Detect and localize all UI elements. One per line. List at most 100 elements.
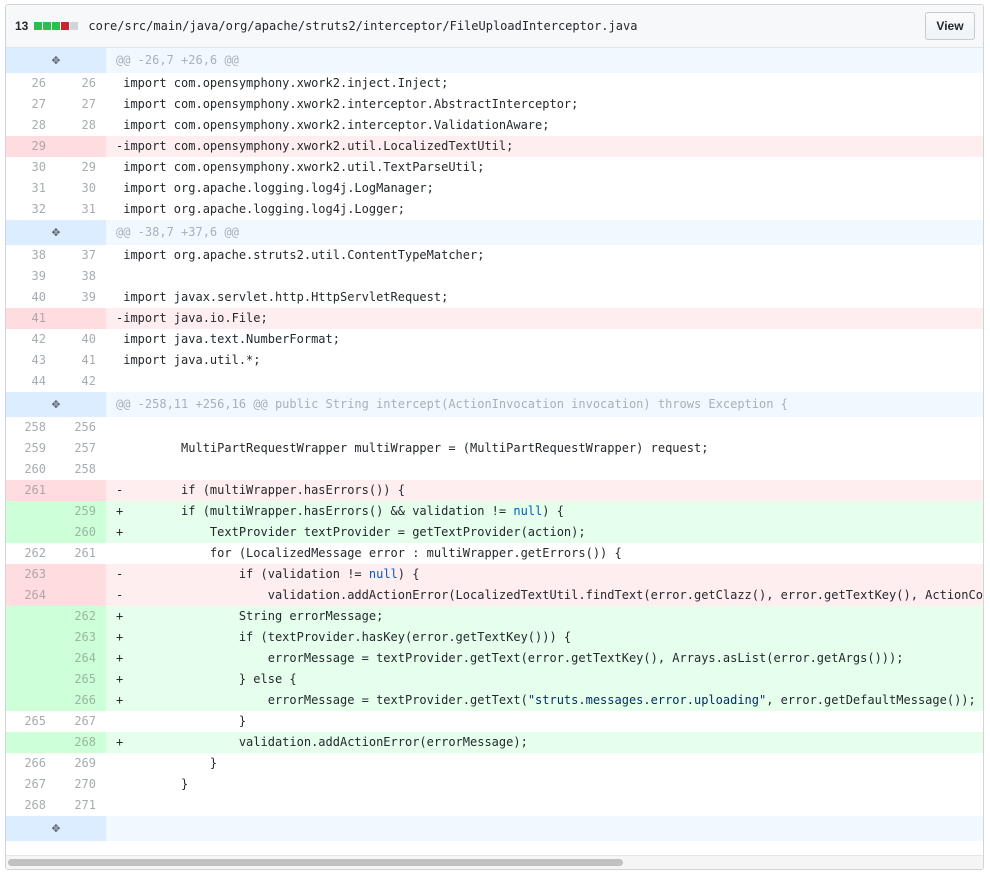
- old-line-number[interactable]: 38: [6, 245, 56, 266]
- new-line-number[interactable]: [56, 585, 106, 606]
- context-line: 44 42: [6, 371, 983, 392]
- added-line: 260 + TextProvider textProvider = getText…: [6, 522, 983, 543]
- new-line-number[interactable]: 260: [56, 522, 106, 543]
- code-line: import com.opensymphony.xwork2.util.Text…: [116, 160, 485, 174]
- context-line: 260 258: [6, 459, 983, 480]
- old-line-number[interactable]: 260: [6, 459, 56, 480]
- new-line-number[interactable]: 256: [56, 417, 106, 438]
- code-line: + } else {: [116, 672, 297, 686]
- old-line-number[interactable]: [6, 648, 56, 669]
- new-line-number[interactable]: 31: [56, 199, 106, 220]
- old-line-number[interactable]: 261: [6, 480, 56, 501]
- old-line-number[interactable]: [6, 501, 56, 522]
- diffstat-box: [61, 22, 70, 30]
- old-line-number[interactable]: 43: [6, 350, 56, 371]
- new-line-number[interactable]: 263: [56, 627, 106, 648]
- new-line-number[interactable]: 262: [56, 606, 106, 627]
- old-line-number[interactable]: 26: [6, 73, 56, 94]
- old-line-number[interactable]: 265: [6, 711, 56, 732]
- old-line-number[interactable]: [6, 732, 56, 753]
- old-line-number[interactable]: 27: [6, 94, 56, 115]
- new-line-number[interactable]: 30: [56, 178, 106, 199]
- added-line: 264 + errorMessage = textProvider.getText…: [6, 648, 983, 669]
- new-line-number[interactable]: 270: [56, 774, 106, 795]
- view-file-button[interactable]: View: [925, 12, 975, 40]
- old-line-number[interactable]: 39: [6, 266, 56, 287]
- old-line-number[interactable]: [6, 606, 56, 627]
- old-line-number[interactable]: 264: [6, 585, 56, 606]
- old-line-number[interactable]: 258: [6, 417, 56, 438]
- old-line-number[interactable]: 266: [6, 753, 56, 774]
- added-line: 265 + } else {: [6, 669, 983, 690]
- old-line-number[interactable]: 32: [6, 199, 56, 220]
- added-line: 268 + validation.addActionError(errorMess…: [6, 732, 983, 753]
- code-line: + if (multiWrapper.hasErrors() && valida…: [116, 504, 564, 518]
- new-line-number[interactable]: [56, 136, 106, 157]
- unfold-icon[interactable]: ✥: [6, 392, 106, 417]
- unfold-icon[interactable]: ✥: [6, 816, 106, 841]
- new-line-number[interactable]: 40: [56, 329, 106, 350]
- old-line-number[interactable]: [6, 627, 56, 648]
- new-line-number[interactable]: 264: [56, 648, 106, 669]
- new-line-number[interactable]: 266: [56, 690, 106, 711]
- old-line-number[interactable]: 259: [6, 438, 56, 459]
- hunk-header: ✥ @@ -258,11 +256,16 @@ public String int…: [6, 392, 983, 417]
- old-line-number[interactable]: 30: [6, 157, 56, 178]
- old-line-number[interactable]: 40: [6, 287, 56, 308]
- code-line: import javax.servlet.http.HttpServletReq…: [116, 290, 449, 304]
- old-line-number[interactable]: 31: [6, 178, 56, 199]
- new-line-number[interactable]: 265: [56, 669, 106, 690]
- unfold-icon[interactable]: ✥: [6, 48, 106, 73]
- old-line-number[interactable]: 267: [6, 774, 56, 795]
- new-line-number[interactable]: 42: [56, 371, 106, 392]
- deleted-line: 29 -import com.opensymphony.xwork2.util.L…: [6, 136, 983, 157]
- new-line-number[interactable]: 271: [56, 795, 106, 816]
- new-line-number[interactable]: 257: [56, 438, 106, 459]
- code-line: import com.opensymphony.xwork2.inject.In…: [116, 76, 449, 90]
- file-path[interactable]: core/src/main/java/org/apache/struts2/in…: [88, 19, 637, 33]
- old-line-number[interactable]: 29: [6, 136, 56, 157]
- new-line-number[interactable]: 259: [56, 501, 106, 522]
- old-line-number[interactable]: 41: [6, 308, 56, 329]
- new-line-number[interactable]: [56, 308, 106, 329]
- hunk-header: ✥: [6, 816, 983, 841]
- old-line-number[interactable]: [6, 669, 56, 690]
- new-line-number[interactable]: 38: [56, 266, 106, 287]
- new-line-number[interactable]: 39: [56, 287, 106, 308]
- scrollbar-thumb[interactable]: [8, 859, 623, 866]
- code-line: - if (validation != null) {: [116, 567, 420, 581]
- new-line-number[interactable]: 269: [56, 753, 106, 774]
- new-line-number[interactable]: 26: [56, 73, 106, 94]
- new-line-number[interactable]: 258: [56, 459, 106, 480]
- new-line-number[interactable]: [56, 480, 106, 501]
- horizontal-scrollbar[interactable]: [6, 855, 983, 869]
- new-line-number[interactable]: [56, 564, 106, 585]
- new-line-number[interactable]: 28: [56, 115, 106, 136]
- new-line-number[interactable]: 268: [56, 732, 106, 753]
- unfold-icon[interactable]: ✥: [6, 220, 106, 245]
- added-line: 266 + errorMessage = textProvider.getText…: [6, 690, 983, 711]
- new-line-number[interactable]: 27: [56, 94, 106, 115]
- new-line-number[interactable]: 29: [56, 157, 106, 178]
- context-line: 43 41 import java.util.*;: [6, 350, 983, 371]
- old-line-number[interactable]: 263: [6, 564, 56, 585]
- old-line-number[interactable]: [6, 690, 56, 711]
- old-line-number[interactable]: 44: [6, 371, 56, 392]
- new-line-number[interactable]: 261: [56, 543, 106, 564]
- new-line-number[interactable]: 41: [56, 350, 106, 371]
- new-line-number[interactable]: 37: [56, 245, 106, 266]
- new-line-number[interactable]: 267: [56, 711, 106, 732]
- old-line-number[interactable]: 42: [6, 329, 56, 350]
- old-line-number[interactable]: [6, 522, 56, 543]
- old-line-number[interactable]: 268: [6, 795, 56, 816]
- old-line-number[interactable]: 28: [6, 115, 56, 136]
- old-line-number[interactable]: 262: [6, 543, 56, 564]
- code-line: }: [116, 756, 218, 770]
- code-line: - validation.addActionError(LocalizedTex…: [116, 588, 983, 602]
- diffstat-box: [70, 22, 79, 30]
- context-line: 32 31 import org.apache.logging.log4j.Log…: [6, 199, 983, 220]
- context-line: 40 39 import javax.servlet.http.HttpServl…: [6, 287, 983, 308]
- hunk-text: @@ -258,11 +256,16 @@ public String inte…: [116, 397, 788, 411]
